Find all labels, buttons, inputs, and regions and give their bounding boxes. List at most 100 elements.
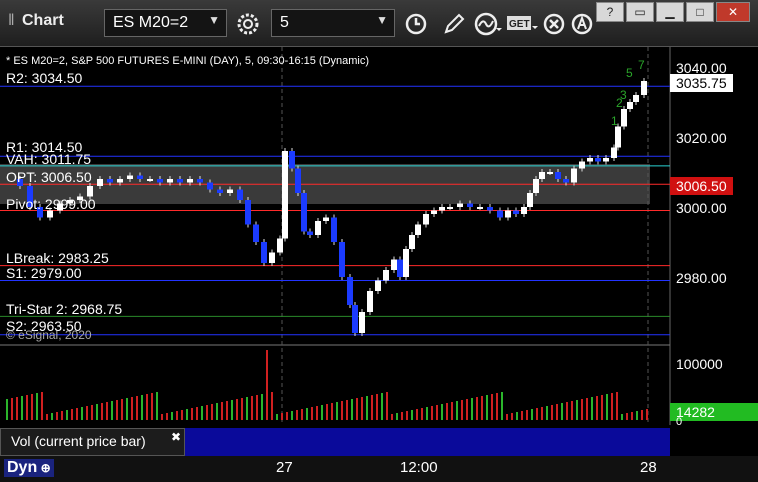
volume-bar [16, 397, 18, 420]
volume-bar [436, 405, 438, 420]
volume-bar [146, 394, 148, 420]
candle-body [97, 179, 103, 186]
volume-bar [106, 402, 108, 420]
volume-bar [26, 395, 28, 420]
interval-value: 5 [280, 14, 289, 31]
grip-icon: ‖ [8, 12, 15, 29]
volume-bar [256, 395, 258, 420]
candle-body [127, 175, 133, 179]
candle-body [289, 151, 295, 169]
volume-bar [36, 393, 38, 420]
candle-body [615, 126, 621, 148]
volume-bar [281, 413, 283, 420]
candle-body [383, 270, 389, 281]
chevron-down-icon: ▼ [208, 13, 220, 27]
volume-bar [231, 400, 233, 420]
maximize-button[interactable]: □ [686, 2, 714, 22]
volume-bar [486, 395, 488, 420]
candle-body [277, 238, 283, 253]
help-button[interactable]: ? [596, 2, 624, 22]
volume-bar [271, 392, 273, 420]
volume-bar [416, 409, 418, 420]
volume-bar [616, 392, 618, 420]
opt-price-tag: 3006.50 [670, 177, 733, 195]
volume-bar [56, 412, 58, 420]
candle-body [391, 259, 397, 270]
candle-body [197, 179, 203, 183]
candle-body [367, 291, 373, 312]
volume-bar [181, 410, 183, 420]
volume-bar [491, 394, 493, 420]
get-button[interactable]: GET [506, 10, 538, 38]
candle-body [627, 102, 633, 109]
volume-bar [396, 413, 398, 420]
candle-body [563, 179, 569, 183]
sequence-count-label: 7 [638, 58, 645, 72]
volume-bar [586, 398, 588, 420]
clock-button[interactable] [402, 10, 430, 38]
sequence-count-label: 5 [626, 66, 633, 80]
candle-body [477, 207, 483, 209]
chevron-down-icon: ▼ [376, 13, 388, 27]
candle-body [533, 179, 539, 193]
volume-bar [226, 401, 228, 420]
dynamic-button[interactable]: Dyn ⊕ [4, 459, 54, 477]
studies-button[interactable] [474, 10, 502, 38]
volume-bar [296, 410, 298, 420]
close-chart-button[interactable] [540, 10, 568, 38]
candle-body [641, 81, 647, 95]
volume-bar [591, 397, 593, 420]
interval-selector[interactable]: 5 ▼ [271, 9, 395, 37]
candle-body [611, 147, 617, 158]
settings-gear-button[interactable] [234, 10, 262, 38]
volume-bar [331, 403, 333, 420]
volume-bar [221, 402, 223, 420]
volume-bar [196, 407, 198, 420]
volume-tick-100000: 100000 [676, 356, 723, 372]
volume-bar [191, 408, 193, 420]
minimize-button[interactable]: ▁ [656, 2, 684, 22]
candle-body [307, 231, 313, 235]
volume-bar [446, 403, 448, 420]
close-window-button[interactable]: ✕ [716, 2, 750, 22]
candle-body [117, 179, 123, 183]
volume-study-label[interactable]: Vol (current price bar) [0, 428, 185, 456]
draw-pencil-button[interactable] [440, 10, 468, 38]
level-label-pivot: Pivot: 2999.00 [6, 196, 96, 212]
sequence-count-label: 1 [611, 114, 618, 128]
volume-bar [631, 412, 633, 420]
level-label-vah: VAH: 3011.75 [6, 151, 92, 167]
volume-last-tag: 14282 [670, 403, 758, 421]
volume-bar [351, 399, 353, 420]
candle-body [603, 158, 609, 162]
close-icon: ✕ [727, 5, 739, 19]
volume-bar [516, 412, 518, 420]
volume-bar [121, 399, 123, 420]
candle-body [315, 221, 321, 235]
candle-body [237, 189, 243, 200]
dynamic-icon: ⊕ [37, 461, 51, 475]
minimize-icon: ▁ [665, 5, 675, 19]
candle-body [403, 249, 409, 277]
volume-bar [156, 392, 158, 420]
volume-study-close-icon[interactable]: ✖ [171, 430, 181, 444]
level-label-opt: OPT: 3006.50 [6, 169, 92, 185]
alert-button[interactable] [568, 10, 596, 38]
price-chart[interactable]: 12357 [0, 47, 758, 425]
price-tick-3000: 3000.00 [676, 200, 727, 216]
candle-body [397, 259, 403, 277]
volume-bar [241, 398, 243, 420]
volume-bar [386, 392, 388, 420]
volume-bar [646, 409, 648, 420]
volume-bar [556, 404, 558, 420]
volume-bar [461, 400, 463, 420]
candle-body [352, 305, 358, 333]
time-label-1200: 12:00 [400, 459, 438, 476]
volume-bar [151, 393, 153, 420]
link-window-button[interactable]: ▭ [626, 2, 654, 22]
symbol-selector[interactable]: ES M20=2 ▼ [104, 9, 227, 37]
volume-bar [291, 411, 293, 420]
candle-body [621, 109, 627, 127]
app-title-text: Chart [22, 12, 64, 29]
candle-body [347, 277, 353, 305]
